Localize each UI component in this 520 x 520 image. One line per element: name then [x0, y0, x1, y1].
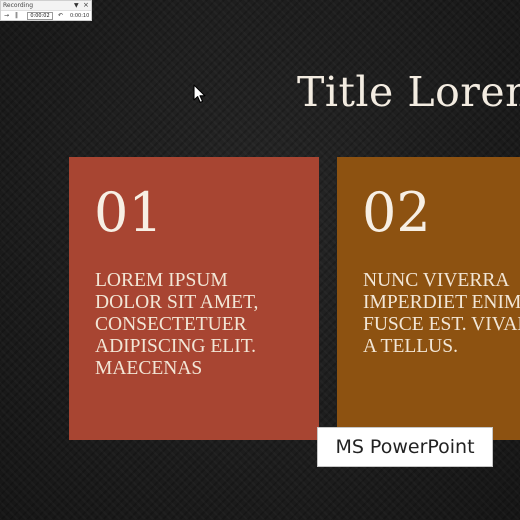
dropdown-icon[interactable]: ▼	[74, 1, 79, 10]
slide-canvas: Recording ▼ × → ‖ 0:00:02 ↶ 0:00:10 Titl…	[0, 0, 520, 520]
undo-icon[interactable]: ↶	[58, 11, 63, 21]
recording-controls: → ‖ 0:00:02 ↶ 0:00:10	[1, 11, 91, 21]
card-number: 02	[362, 181, 431, 244]
recording-toolbar: Recording ▼ × → ‖ 0:00:02 ↶ 0:00:10	[0, 0, 92, 21]
stop-icon[interactable]: →	[4, 11, 9, 21]
elapsed-time-display: 0:00:02	[27, 12, 53, 20]
recording-title: Recording	[3, 2, 34, 9]
content-card-2[interactable]: 02 NUNC VIVERRA IMPERDIET ENIM. FUSCE ES…	[337, 157, 520, 440]
recording-toolbar-header: Recording ▼ ×	[1, 1, 91, 11]
card-number: 01	[94, 181, 163, 244]
slide-title[interactable]: Title Lorem Ipsum	[297, 66, 520, 118]
card-text: LOREM IPSUM DOLOR SIT AMET, CONSECTETUER…	[95, 270, 259, 379]
total-time-display: 0:00:10	[70, 13, 90, 19]
card-text: NUNC VIVERRA IMPERDIET ENIM. FUSCE EST. …	[363, 270, 520, 357]
pause-icon[interactable]: ‖	[15, 11, 18, 21]
content-card-1[interactable]: 01 LOREM IPSUM DOLOR SIT AMET, CONSECTET…	[69, 157, 319, 440]
app-name-label: MS PowerPoint	[317, 427, 493, 467]
close-icon[interactable]: ×	[83, 1, 89, 10]
arrow-cursor-icon	[193, 84, 206, 103]
